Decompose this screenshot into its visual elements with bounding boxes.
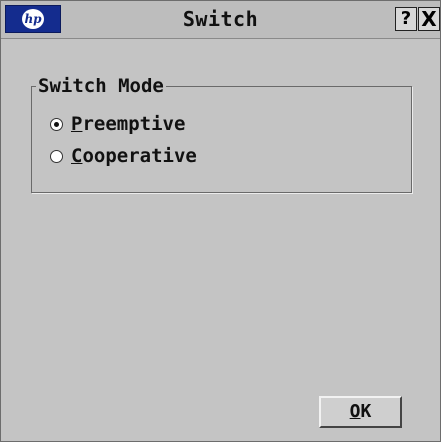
ok-button[interactable]: OK xyxy=(319,396,402,428)
cooperative-mnemonic: C xyxy=(71,145,83,167)
preemptive-option[interactable]: Preemptive xyxy=(50,111,185,137)
cooperative-label-rest: ooperative xyxy=(82,145,197,167)
switch-mode-group: Switch Mode Preemptive Cooperative xyxy=(31,74,412,193)
ok-mnemonic: O xyxy=(349,401,361,422)
window-title: Switch xyxy=(182,7,259,31)
switch-dialog: hp Switch ? X Switch Mode Preemptive Coo… xyxy=(0,0,441,442)
cooperative-option[interactable]: Cooperative xyxy=(50,143,197,169)
title-bar[interactable]: hp Switch ? X xyxy=(1,1,440,39)
preemptive-mnemonic: P xyxy=(71,113,83,135)
cooperative-radio[interactable] xyxy=(50,149,63,163)
preemptive-radio[interactable] xyxy=(50,117,63,131)
close-icon[interactable]: X xyxy=(418,7,440,31)
cooperative-label: Cooperative xyxy=(71,144,197,168)
preemptive-label-rest: reemptive xyxy=(82,113,186,135)
group-legend: Switch Mode xyxy=(36,74,166,98)
ok-label-rest: K xyxy=(360,401,372,422)
help-icon[interactable]: ? xyxy=(395,7,417,31)
preemptive-label: Preemptive xyxy=(71,112,185,136)
